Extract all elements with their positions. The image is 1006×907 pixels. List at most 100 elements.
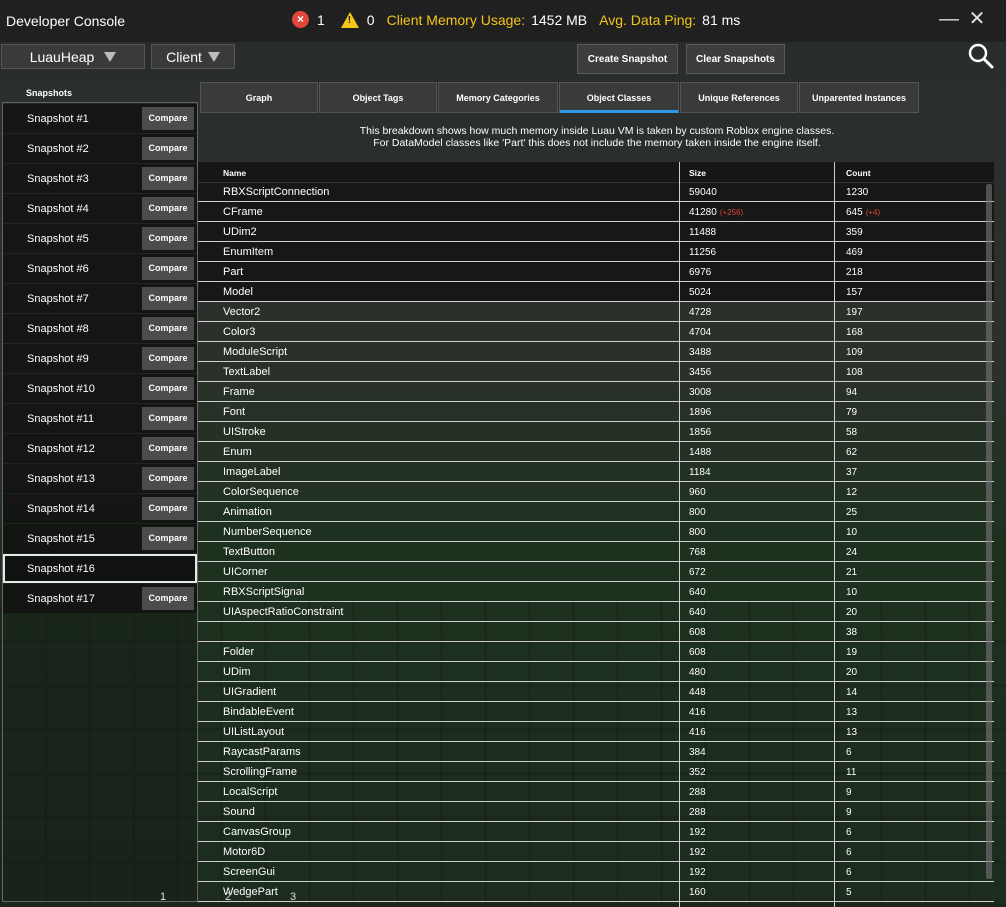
class-name-cell: ModuleScript — [223, 346, 288, 358]
snapshot-item[interactable]: Snapshot #4 Compare — [3, 194, 197, 223]
table-row[interactable]: UIStroke 1856 58 — [198, 422, 994, 442]
table-row[interactable]: ColorSequence 960 12 — [198, 482, 994, 502]
compare-button[interactable]: Compare — [142, 257, 194, 280]
compare-button[interactable]: Compare — [142, 467, 194, 490]
size-cell: 768 — [689, 547, 706, 558]
table-row[interactable]: UDim2 11488 359 — [198, 222, 994, 242]
table-row[interactable]: RBXScriptSignal 640 10 — [198, 582, 994, 602]
snapshot-item[interactable]: Snapshot #17 Compare — [3, 584, 197, 613]
table-row[interactable]: UICorner 672 21 — [198, 562, 994, 582]
table-row[interactable]: ImageLabel 1184 37 — [198, 462, 994, 482]
snapshot-item[interactable]: Snapshot #5 Compare — [3, 224, 197, 253]
warning-icon[interactable]: ! — [340, 11, 359, 28]
size-value: 608 — [689, 627, 706, 638]
compare-button[interactable]: Compare — [142, 137, 194, 160]
table-row[interactable]: Color3 4704 168 — [198, 322, 994, 342]
search-icon[interactable] — [968, 43, 994, 69]
table-scrollbar[interactable] — [986, 184, 992, 879]
table-row[interactable]: UIGradient 448 14 — [198, 682, 994, 702]
table-row[interactable]: LocalScript 288 9 — [198, 782, 994, 802]
tab-graph[interactable]: Graph — [200, 82, 318, 113]
table-row[interactable]: ScrollingFrame 352 11 — [198, 762, 994, 782]
snapshot-item[interactable]: Snapshot #16 — [3, 554, 197, 583]
column-header-count[interactable]: Count — [846, 168, 871, 178]
snapshot-item[interactable]: Snapshot #1 Compare — [3, 104, 197, 133]
table-row[interactable]: TextLabel 3456 108 — [198, 362, 994, 382]
snapshot-item[interactable]: Snapshot #14 Compare — [3, 494, 197, 523]
snapshot-item[interactable]: Snapshot #2 Compare — [3, 134, 197, 163]
snapshot-item[interactable]: Snapshot #7 Compare — [3, 284, 197, 313]
table-row[interactable]: Folder 608 19 — [198, 642, 994, 662]
table-row[interactable]: RBXScriptConnection 59040 1230 — [198, 182, 994, 202]
tab-object-classes[interactable]: Object Classes — [559, 82, 679, 113]
snapshot-label: Snapshot #6 — [27, 263, 89, 275]
table-row[interactable]: EnumItem 11256 469 — [198, 242, 994, 262]
table-row[interactable]: UIAspectRatioConstraint 640 20 — [198, 602, 994, 622]
compare-button[interactable]: Compare — [142, 287, 194, 310]
table-row[interactable]: CFrame 41280 (+256) 645 (+4) — [198, 202, 994, 222]
snapshot-item[interactable]: Snapshot #9 Compare — [3, 344, 197, 373]
snapshot-item[interactable]: Snapshot #3 Compare — [3, 164, 197, 193]
compare-button[interactable]: Compare — [142, 317, 194, 340]
table-row[interactable]: TextButton 768 24 — [198, 542, 994, 562]
snapshot-item[interactable]: Snapshot #8 Compare — [3, 314, 197, 343]
table-row[interactable]: Model 5024 157 — [198, 282, 994, 302]
snapshot-item[interactable]: Snapshot #15 Compare — [3, 524, 197, 553]
compare-button[interactable]: Compare — [142, 197, 194, 220]
compare-button[interactable]: Compare — [142, 437, 194, 460]
size-cell: 11488 — [689, 227, 716, 238]
snapshot-item[interactable]: Snapshot #12 Compare — [3, 434, 197, 463]
count-cell: 108 — [846, 367, 863, 378]
compare-button[interactable]: Compare — [142, 227, 194, 250]
table-row[interactable]: Part 6976 218 — [198, 262, 994, 282]
clear-snapshots-button[interactable]: Clear Snapshots — [686, 44, 785, 74]
table-row[interactable]: CanvasGroup 192 6 — [198, 822, 994, 842]
table-row[interactable]: NumberSequence 800 10 — [198, 522, 994, 542]
table-row[interactable]: 608 38 — [198, 622, 994, 642]
table-row[interactable]: RaycastParams 384 6 — [198, 742, 994, 762]
snapshot-item[interactable]: Snapshot #13 Compare — [3, 464, 197, 493]
compare-button[interactable]: Compare — [142, 107, 194, 130]
table-row[interactable]: ModuleScript 3488 109 — [198, 342, 994, 362]
count-value: 37 — [846, 467, 858, 478]
compare-button[interactable]: Compare — [142, 497, 194, 520]
tab-memory-categories[interactable]: Memory Categories — [438, 82, 558, 113]
compare-button[interactable]: Compare — [142, 167, 194, 190]
table-row[interactable]: BindableEvent 416 13 — [198, 702, 994, 722]
count-cell: 94 — [846, 387, 857, 398]
size-value: 6976 — [689, 267, 712, 278]
table-row[interactable]: Motor6D 192 6 — [198, 842, 994, 862]
compare-button[interactable]: Compare — [142, 347, 194, 370]
compare-button[interactable]: Compare — [142, 407, 194, 430]
compare-button[interactable]: Compare — [142, 587, 194, 610]
minimize-button[interactable]: — — [939, 9, 959, 30]
target-dropdown[interactable]: Client — [151, 44, 235, 69]
column-header-name[interactable]: Name — [223, 168, 246, 178]
create-snapshot-button[interactable]: Create Snapshot — [577, 44, 678, 74]
table-row[interactable]: ScreenGui 192 6 — [198, 862, 994, 882]
table-row[interactable]: Vector2 4728 197 — [198, 302, 994, 322]
error-icon[interactable]: × — [292, 11, 309, 28]
table-row[interactable]: Font 1896 79 — [198, 402, 994, 422]
class-name-cell: UICorner — [223, 566, 268, 578]
compare-button[interactable]: Compare — [142, 527, 194, 550]
table-row[interactable]: Frame 3008 94 — [198, 382, 994, 402]
size-value: 59040 — [689, 187, 717, 198]
class-name-cell: Model — [223, 286, 253, 298]
close-button[interactable]: ✕ — [967, 9, 987, 30]
snapshot-item[interactable]: Snapshot #6 Compare — [3, 254, 197, 283]
table-row[interactable]: WedgePart 160 5 — [198, 882, 994, 902]
snapshot-item[interactable]: Snapshot #11 Compare — [3, 404, 197, 433]
snapshot-item[interactable]: Snapshot #10 Compare — [3, 374, 197, 403]
tab-object-tags[interactable]: Object Tags — [319, 82, 437, 113]
table-row[interactable]: Sound 288 9 — [198, 802, 994, 822]
tab-unparented-instances[interactable]: Unparented Instances — [799, 82, 919, 113]
table-row[interactable]: Animation 800 25 — [198, 502, 994, 522]
table-row[interactable]: Enum 1488 62 — [198, 442, 994, 462]
mode-dropdown[interactable]: LuauHeap — [1, 44, 145, 69]
column-header-size[interactable]: Size — [689, 168, 706, 178]
table-row[interactable]: UIListLayout 416 13 — [198, 722, 994, 742]
table-row[interactable]: UDim 480 20 — [198, 662, 994, 682]
tab-unique-references[interactable]: Unique References — [680, 82, 798, 113]
compare-button[interactable]: Compare — [142, 377, 194, 400]
